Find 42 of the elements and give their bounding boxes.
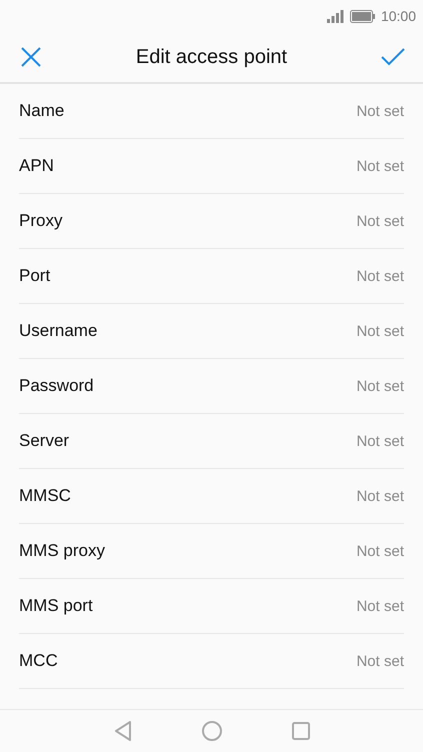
recents-button[interactable] xyxy=(292,722,310,740)
setting-row[interactable]: MMS port Not set xyxy=(19,579,404,634)
setting-label: Port xyxy=(19,266,50,286)
setting-row[interactable]: Port Not set xyxy=(19,249,404,304)
setting-row[interactable]: MMSC Not set xyxy=(19,469,404,524)
setting-row[interactable]: Server Not set xyxy=(19,414,404,469)
setting-row[interactable]: MMS proxy Not set xyxy=(19,524,404,579)
setting-value: Not set xyxy=(356,378,404,394)
setting-label: Proxy xyxy=(19,211,62,231)
setting-value: Not set xyxy=(356,432,404,450)
setting-label: APN xyxy=(19,156,54,176)
close-button[interactable] xyxy=(20,46,42,68)
setting-row[interactable]: Name Not set xyxy=(19,84,404,139)
setting-label: MMS proxy xyxy=(19,541,105,561)
setting-row[interactable]: MCC Not set xyxy=(19,634,404,689)
setting-label: MMS port xyxy=(19,596,93,616)
setting-value: Not set xyxy=(356,268,404,284)
setting-label: Password xyxy=(19,376,94,396)
back-button[interactable] xyxy=(114,721,132,741)
setting-value: Not set xyxy=(356,598,404,614)
setting-row[interactable]: APN Not set xyxy=(19,139,404,194)
battery-icon xyxy=(350,10,375,22)
setting-value: Not set xyxy=(356,102,404,120)
setting-value: Not set xyxy=(356,322,404,340)
home-button[interactable] xyxy=(202,721,222,741)
status-time: 10:00 xyxy=(380,8,416,24)
signal-icon xyxy=(326,10,344,22)
setting-row[interactable]: Password Not set xyxy=(19,359,404,414)
setting-row[interactable]: Proxy Not set xyxy=(19,194,404,249)
screen-title: Edit access point xyxy=(136,46,288,68)
save-button[interactable] xyxy=(380,48,405,66)
setting-label: Name xyxy=(19,101,64,121)
setting-value: Not set xyxy=(356,652,404,670)
setting-value: Not set xyxy=(356,488,404,504)
setting-value: Not set xyxy=(356,542,404,560)
setting-label: Username xyxy=(19,321,98,341)
setting-label: MMSC xyxy=(19,486,71,506)
setting-value: Not set xyxy=(356,158,404,174)
setting-value: Not set xyxy=(356,212,404,230)
setting-row[interactable]: Username Not set xyxy=(19,304,404,359)
setting-label: MCC xyxy=(19,651,58,671)
setting-label: Server xyxy=(19,431,70,451)
